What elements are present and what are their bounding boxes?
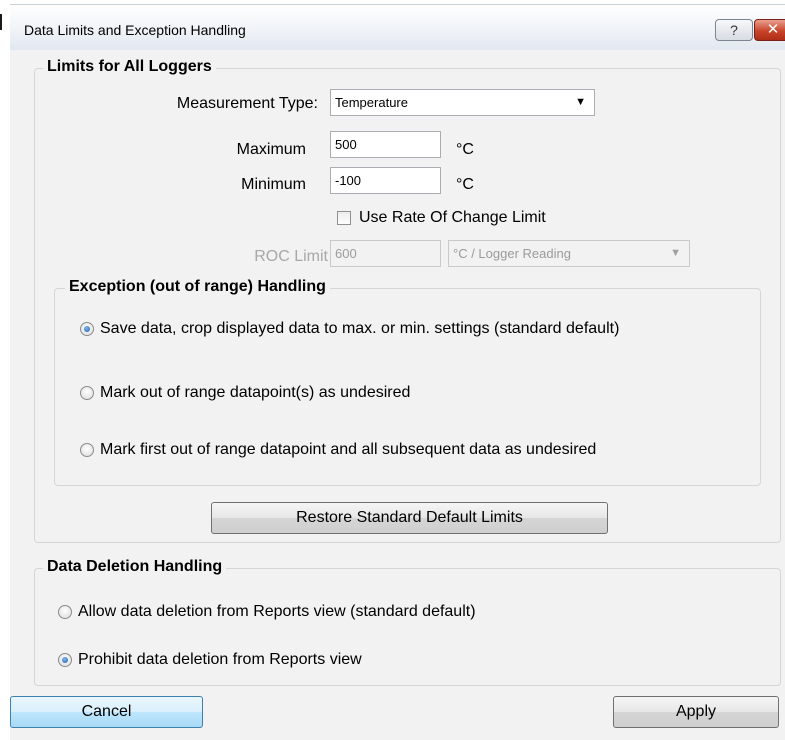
help-icon: ? [730, 22, 738, 38]
minimum-unit: °C [456, 176, 474, 193]
maximum-label: Maximum [236, 141, 306, 158]
apply-button[interactable]: Apply [613, 696, 779, 728]
deletion-group-title: Data Deletion Handling [43, 558, 227, 576]
deletion-option-prohibit-label: Prohibit data deletion from Reports view [78, 651, 362, 668]
measurement-type-dropdown[interactable]: Temperature ▼ [330, 89, 595, 116]
minimum-label: Minimum [241, 176, 306, 193]
deletion-option-allow[interactable] [58, 605, 72, 619]
measurement-type-label: Measurement Type: [176, 95, 318, 112]
maximum-unit: °C [456, 141, 474, 158]
exception-group-title: Exception (out of range) Handling [65, 278, 330, 296]
deletion-option-allow-label: Allow data deletion from Reports view (s… [78, 603, 476, 620]
restore-defaults-button[interactable]: Restore Standard Default Limits [211, 502, 608, 534]
roc-limit-label: ROC Limit [254, 248, 328, 265]
cancel-button[interactable]: Cancel [10, 696, 203, 728]
exception-option-mark-undesired-label: Mark out of range datapoint(s) as undesi… [100, 384, 411, 401]
measurement-type-value: Temperature [335, 95, 408, 110]
window-edge-divider [0, 14, 2, 30]
minimum-input[interactable]: -100 [330, 167, 441, 194]
window-title: Data Limits and Exception Handling [24, 22, 246, 38]
exception-option-mark-subsequent-label: Mark first out of range datapoint and al… [100, 441, 597, 458]
roc-unit-value: °C / Logger Reading [453, 246, 571, 261]
dialog-body: Limits for All Loggers Measurement Type:… [10, 50, 785, 740]
chevron-down-icon: ▼ [670, 247, 681, 259]
roc-limit-checkbox-label: Use Rate Of Change Limit [359, 209, 546, 226]
chevron-down-icon: ▼ [575, 96, 586, 108]
roc-limit-checkbox[interactable] [337, 211, 351, 225]
limits-group-title: Limits for All Loggers [43, 58, 216, 76]
title-bar: Data Limits and Exception Handling ? ✕ [10, 4, 785, 50]
exception-option-save-crop-label: Save data, crop displayed data to max. o… [100, 320, 620, 337]
maximum-input[interactable]: 500 [330, 131, 441, 158]
close-icon: ✕ [766, 21, 780, 38]
roc-limit-input[interactable]: 600 [330, 240, 441, 267]
help-button[interactable]: ? [715, 19, 753, 41]
roc-unit-dropdown[interactable]: °C / Logger Reading ▼ [448, 240, 690, 267]
exception-option-mark-subsequent[interactable] [80, 443, 94, 457]
deletion-option-prohibit[interactable] [58, 653, 72, 667]
close-button[interactable]: ✕ [754, 19, 785, 41]
exception-option-mark-undesired[interactable] [80, 386, 94, 400]
exception-option-save-crop[interactable] [80, 322, 94, 336]
